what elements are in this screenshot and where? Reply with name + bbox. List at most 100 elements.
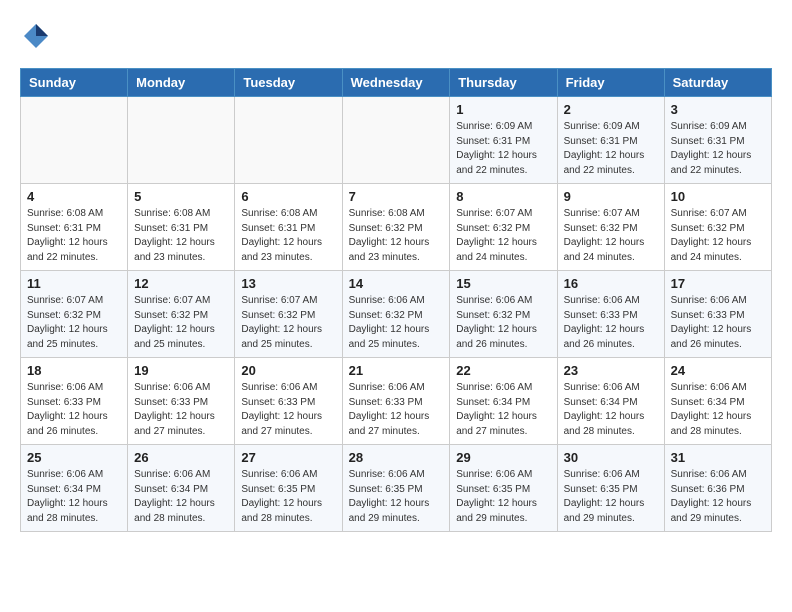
day-info: Sunrise: 6:06 AM Sunset: 6:35 PM Dayligh… [349,468,444,526]
day-cell: 27 Sunrise: 6:06 AM Sunset: 6:35 PM Dayli… [235,445,342,532]
day-cell: 29 Sunrise: 6:06 AM Sunset: 6:35 PM Dayli… [450,445,557,532]
header-row: SundayMondayTuesdayWednesdayThursdayFrid… [21,69,772,97]
day-cell: 2 Sunrise: 6:09 AM Sunset: 6:31 PM Daylig… [557,97,664,184]
calendar-header: SundayMondayTuesdayWednesdayThursdayFrid… [21,69,772,97]
day-number: 2 [564,102,658,117]
day-cell: 11Sunrise: 6:07 AM Sunset: 6:32 PM Dayli… [21,271,128,358]
day-info: Sunrise: 6:06 AM Sunset: 6:34 PM Dayligh… [564,381,658,439]
day-number: 18 [27,363,121,378]
day-cell: 13 Sunrise: 6:07 AM Sunset: 6:32 PM Dayli… [235,271,342,358]
day-cell: 3 Sunrise: 6:09 AM Sunset: 6:31 PM Daylig… [664,97,771,184]
day-number: 4 [27,189,121,204]
day-info: Sunrise: 6:07 AM Sunset: 6:32 PM Dayligh… [134,294,228,352]
day-info: Sunrise: 6:07 AM Sunset: 6:32 PM Dayligh… [241,294,335,352]
day-info: Sunrise: 6:06 AM Sunset: 6:36 PM Dayligh… [671,468,765,526]
day-cell: 22Sunrise: 6:06 AM Sunset: 6:34 PM Dayli… [450,358,557,445]
day-number: 1 [456,102,550,117]
day-cell: 17Sunrise: 6:06 AM Sunset: 6:33 PM Dayli… [664,271,771,358]
day-info: Sunrise: 6:09 AM Sunset: 6:31 PM Dayligh… [564,120,658,178]
day-cell: 15 Sunrise: 6:06 AM Sunset: 6:32 PM Dayli… [450,271,557,358]
day-cell [128,97,235,184]
day-cell: 1 Sunrise: 6:09 AM Sunset: 6:31 PM Daylig… [450,97,557,184]
day-number: 30 [564,450,658,465]
day-cell: 31 Sunrise: 6:06 AM Sunset: 6:36 PM Dayli… [664,445,771,532]
col-header-saturday: Saturday [664,69,771,97]
day-info: Sunrise: 6:06 AM Sunset: 6:33 PM Dayligh… [27,381,121,439]
day-info: Sunrise: 6:08 AM Sunset: 6:31 PM Dayligh… [27,207,121,265]
day-info: Sunrise: 6:06 AM Sunset: 6:33 PM Dayligh… [134,381,228,439]
day-cell: 5 Sunrise: 6:08 AM Sunset: 6:31 PM Daylig… [128,184,235,271]
day-info: Sunrise: 6:08 AM Sunset: 6:31 PM Dayligh… [241,207,335,265]
calendar-body: 1 Sunrise: 6:09 AM Sunset: 6:31 PM Daylig… [21,97,772,532]
day-info: Sunrise: 6:06 AM Sunset: 6:33 PM Dayligh… [564,294,658,352]
day-cell: 24Sunrise: 6:06 AM Sunset: 6:34 PM Dayli… [664,358,771,445]
day-cell [21,97,128,184]
day-number: 31 [671,450,765,465]
week-row-4: 18 Sunrise: 6:06 AM Sunset: 6:33 PM Dayli… [21,358,772,445]
day-number: 11 [27,276,121,291]
day-cell: 25 Sunrise: 6:06 AM Sunset: 6:34 PM Dayli… [21,445,128,532]
col-header-thursday: Thursday [450,69,557,97]
col-header-sunday: Sunday [21,69,128,97]
day-number: 22 [456,363,550,378]
week-row-2: 4 Sunrise: 6:08 AM Sunset: 6:31 PM Daylig… [21,184,772,271]
day-info: Sunrise: 6:07 AM Sunset: 6:32 PM Dayligh… [564,207,658,265]
day-info: Sunrise: 6:06 AM Sunset: 6:32 PM Dayligh… [456,294,550,352]
day-number: 26 [134,450,228,465]
day-info: Sunrise: 6:09 AM Sunset: 6:31 PM Dayligh… [671,120,765,178]
day-info: Sunrise: 6:06 AM Sunset: 6:33 PM Dayligh… [241,381,335,439]
week-row-3: 11 Sunrise: 6:07 AM Sunset: 6:32 PM Dayli… [21,271,772,358]
day-cell: 23 Sunrise: 6:06 AM Sunset: 6:34 PM Dayli… [557,358,664,445]
col-header-wednesday: Wednesday [342,69,450,97]
day-info: Sunrise: 6:07 AM Sunset: 6:32 PM Dayligh… [456,207,550,265]
day-number: 10 [671,189,765,204]
page-header [20,20,772,52]
day-number: 15 [456,276,550,291]
logo [20,20,58,52]
logo-icon [20,20,52,52]
day-number: 8 [456,189,550,204]
day-info: Sunrise: 6:06 AM Sunset: 6:32 PM Dayligh… [349,294,444,352]
day-cell: 14 Sunrise: 6:06 AM Sunset: 6:32 PM Dayli… [342,271,450,358]
day-number: 14 [349,276,444,291]
day-number: 20 [241,363,335,378]
day-number: 13 [241,276,335,291]
col-header-tuesday: Tuesday [235,69,342,97]
day-info: Sunrise: 6:06 AM Sunset: 6:35 PM Dayligh… [564,468,658,526]
day-number: 9 [564,189,658,204]
day-info: Sunrise: 6:09 AM Sunset: 6:31 PM Dayligh… [456,120,550,178]
col-header-friday: Friday [557,69,664,97]
day-cell: 18 Sunrise: 6:06 AM Sunset: 6:33 PM Dayli… [21,358,128,445]
day-info: Sunrise: 6:06 AM Sunset: 6:35 PM Dayligh… [456,468,550,526]
day-info: Sunrise: 6:06 AM Sunset: 6:35 PM Dayligh… [241,468,335,526]
day-info: Sunrise: 6:06 AM Sunset: 6:34 PM Dayligh… [27,468,121,526]
day-cell: 21 Sunrise: 6:06 AM Sunset: 6:33 PM Dayli… [342,358,450,445]
day-cell: 16 Sunrise: 6:06 AM Sunset: 6:33 PM Dayli… [557,271,664,358]
day-cell: 12 Sunrise: 6:07 AM Sunset: 6:32 PM Dayli… [128,271,235,358]
day-info: Sunrise: 6:08 AM Sunset: 6:31 PM Dayligh… [134,207,228,265]
day-cell [342,97,450,184]
day-info: Sunrise: 6:06 AM Sunset: 6:33 PM Dayligh… [349,381,444,439]
day-number: 16 [564,276,658,291]
day-number: 7 [349,189,444,204]
day-number: 5 [134,189,228,204]
day-cell: 4 Sunrise: 6:08 AM Sunset: 6:31 PM Daylig… [21,184,128,271]
day-number: 25 [27,450,121,465]
day-cell [235,97,342,184]
day-number: 3 [671,102,765,117]
day-number: 29 [456,450,550,465]
day-number: 23 [564,363,658,378]
day-cell: 28Sunrise: 6:06 AM Sunset: 6:35 PM Dayli… [342,445,450,532]
day-info: Sunrise: 6:08 AM Sunset: 6:32 PM Dayligh… [349,207,444,265]
day-cell: 10 Sunrise: 6:07 AM Sunset: 6:32 PM Dayli… [664,184,771,271]
day-cell: 6 Sunrise: 6:08 AM Sunset: 6:31 PM Daylig… [235,184,342,271]
day-cell: 8 Sunrise: 6:07 AM Sunset: 6:32 PM Daylig… [450,184,557,271]
day-number: 21 [349,363,444,378]
day-number: 27 [241,450,335,465]
day-number: 12 [134,276,228,291]
day-info: Sunrise: 6:07 AM Sunset: 6:32 PM Dayligh… [671,207,765,265]
week-row-1: 1 Sunrise: 6:09 AM Sunset: 6:31 PM Daylig… [21,97,772,184]
day-number: 6 [241,189,335,204]
day-number: 17 [671,276,765,291]
day-info: Sunrise: 6:06 AM Sunset: 6:34 PM Dayligh… [671,381,765,439]
